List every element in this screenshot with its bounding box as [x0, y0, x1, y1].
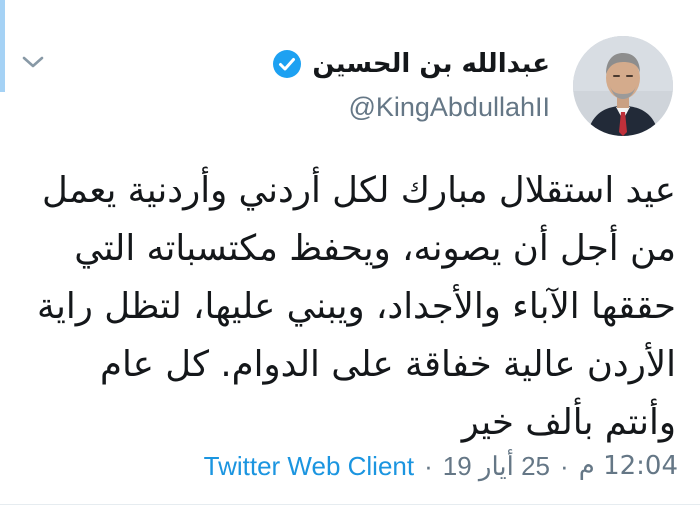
tweet-source-link[interactable]: Twitter Web Client — [204, 451, 414, 482]
divider — [0, 504, 700, 505]
tweet-metadata: 12:04 م · 25 أيار 19 · Twitter Web Clien… — [204, 448, 678, 484]
meta-separator: · — [560, 450, 569, 481]
avatar-image — [573, 36, 673, 136]
author-display-name[interactable]: عبدالله بن الحسين — [312, 49, 550, 79]
thread-accent-strip — [0, 0, 5, 92]
tweet-text: عيد استقلال مبارك لكل أردني وأردنية يعمل… — [37, 170, 676, 443]
author-handle[interactable]: @KingAbdullahII — [348, 92, 550, 123]
tweet-date[interactable]: 25 أيار 19 — [443, 451, 550, 482]
tweet-time[interactable]: 12:04 م — [579, 451, 678, 481]
avatar[interactable] — [573, 36, 673, 136]
verified-badge-icon — [273, 50, 302, 78]
author-name-row[interactable]: عبدالله بن الحسين — [272, 44, 550, 84]
meta-separator: · — [424, 450, 433, 481]
chevron-down-icon[interactable] — [20, 52, 46, 72]
